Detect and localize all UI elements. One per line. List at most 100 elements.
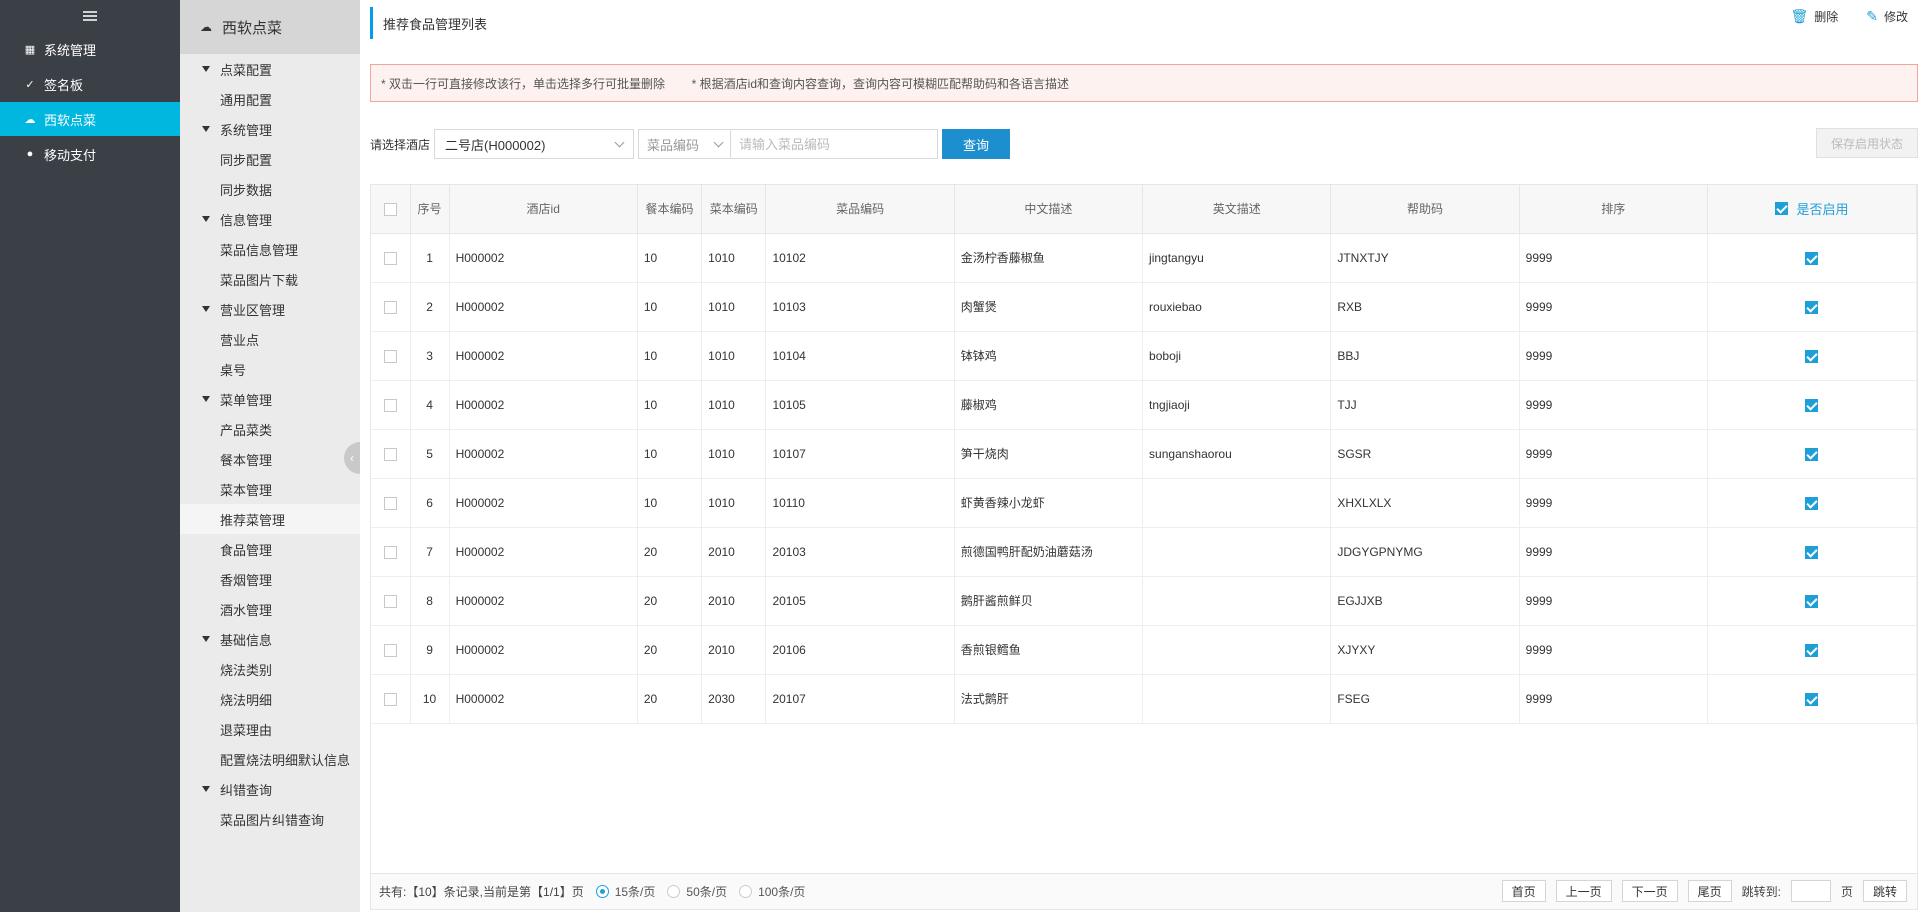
prev-page-button[interactable]: 上一页 [1555, 880, 1612, 902]
row-checkbox[interactable] [383, 349, 397, 363]
row-select-cell[interactable] [371, 674, 411, 724]
nav-item-signature[interactable]: ✓ 签名板 [0, 67, 180, 101]
row-select-cell[interactable] [371, 478, 411, 528]
enable-all-checkbox[interactable] [1775, 202, 1789, 216]
subnav-item[interactable]: 菜本管理 [180, 474, 360, 504]
enabled-checkbox[interactable] [1805, 300, 1819, 314]
enabled-checkbox[interactable] [1805, 545, 1819, 559]
table-row[interactable]: 5 H000002 10 1010 10107 笋干烧肉 sunganshaorou SGSR… [371, 429, 1918, 479]
cell-enabled[interactable] [1707, 576, 1918, 626]
next-page-button[interactable]: 下一页 [1621, 880, 1678, 902]
enabled-checkbox[interactable] [1805, 643, 1819, 657]
subnav-item[interactable]: 退菜理由 [180, 714, 360, 744]
first-page-button[interactable]: 首页 [1501, 880, 1546, 902]
subnav-group[interactable]: 菜单管理 [180, 384, 360, 414]
jump-button[interactable]: 跳转 [1862, 880, 1907, 902]
table-row[interactable]: 10 H000002 20 2030 20107 法式鹅肝 FSEG 9999 [371, 674, 1918, 724]
nav-item-ordering[interactable]: ☁ 西软点菜 [0, 102, 180, 136]
enabled-checkbox[interactable] [1805, 251, 1819, 265]
row-checkbox[interactable] [383, 643, 397, 657]
row-select-cell[interactable] [371, 429, 411, 479]
cell-enabled[interactable] [1707, 380, 1918, 430]
edit-button[interactable]: ✎ 修改 [1866, 8, 1908, 25]
row-select-cell[interactable] [371, 380, 411, 430]
subnav-group[interactable]: 点菜配置 [180, 54, 360, 84]
field-select[interactable]: 菜品编码 [638, 129, 731, 159]
menu-toggle-button[interactable] [0, 0, 180, 32]
save-enable-status-button[interactable]: 保存启用状态 [1816, 128, 1918, 158]
row-checkbox[interactable] [383, 447, 397, 461]
table-row[interactable]: 2 H000002 10 1010 10103 肉蟹煲 rouxiebao RXB 9999 [371, 282, 1918, 332]
dish-code-input[interactable] [730, 129, 939, 159]
subnav-group[interactable]: 信息管理 [180, 204, 360, 234]
enabled-checkbox[interactable] [1805, 692, 1819, 706]
cell-enabled[interactable] [1707, 429, 1918, 479]
subnav-item[interactable]: 产品菜类 [180, 414, 360, 444]
subnav-group[interactable]: 营业区管理 [180, 294, 360, 324]
row-checkbox[interactable] [383, 545, 397, 559]
row-select-cell[interactable] [371, 625, 411, 675]
table-row[interactable]: 1 H000002 10 1010 10102 金汤柠香藤椒鱼 jingtangyu JTNX… [371, 233, 1918, 283]
subnav-item[interactable]: 菜品图片下载 [180, 264, 360, 294]
subnav-item[interactable]: 烧法类别 [180, 654, 360, 684]
subnav-item[interactable]: 菜品信息管理 [180, 234, 360, 264]
subnav-item[interactable]: 食品管理 [180, 534, 360, 564]
enabled-checkbox[interactable] [1805, 398, 1819, 412]
table-row[interactable]: 7 H000002 20 2010 20103 煎德国鸭肝配奶油蘑菇汤 JDGYGPNYMG… [371, 527, 1918, 577]
row-checkbox[interactable] [383, 251, 397, 265]
subnav-item[interactable]: 配置烧法明细默认信息 [180, 744, 360, 774]
hotel-select[interactable]: 二号店(H000002) [434, 129, 635, 159]
subnav-item[interactable]: 推荐菜管理 [180, 504, 360, 534]
select-all-cell[interactable] [371, 185, 411, 234]
last-page-button[interactable]: 尾页 [1687, 880, 1732, 902]
table-row[interactable]: 8 H000002 20 2010 20105 鹅肝酱煎鲜贝 EGJJXB 9999 [371, 576, 1918, 626]
subnav-group[interactable]: 基础信息 [180, 624, 360, 654]
row-select-cell[interactable] [371, 576, 411, 626]
cell-enabled[interactable] [1707, 331, 1918, 381]
subnav-item[interactable]: 同步数据 [180, 174, 360, 204]
subnav-group[interactable]: 纠错查询 [180, 774, 360, 804]
table-row[interactable]: 3 H000002 10 1010 10104 钵钵鸡 boboji BBJ 9999 [371, 331, 1918, 381]
jump-page-input[interactable] [1790, 880, 1831, 902]
delete-button[interactable]: 🗑 删除 [1790, 8, 1838, 25]
subnav-item[interactable]: 香烟管理 [180, 564, 360, 594]
subnav-item[interactable]: 通用配置 [180, 84, 360, 114]
nav-item-mobile-pay[interactable]: ● 移动支付 [0, 137, 180, 171]
page-size-50[interactable]: 50条/页 [667, 883, 727, 900]
row-checkbox[interactable] [383, 594, 397, 608]
nav-item-system[interactable]: ▦ 系统管理 [0, 32, 180, 66]
cell-enabled[interactable] [1707, 478, 1918, 528]
cell-enabled[interactable] [1707, 282, 1918, 332]
page-size-100[interactable]: 100条/页 [739, 883, 805, 900]
enabled-checkbox[interactable] [1805, 594, 1819, 608]
subnav-item[interactable]: 同步配置 [180, 144, 360, 174]
subnav-item[interactable]: 桌号 [180, 354, 360, 384]
row-select-cell[interactable] [371, 331, 411, 381]
row-checkbox[interactable] [383, 496, 397, 510]
row-checkbox[interactable] [383, 398, 397, 412]
enabled-checkbox[interactable] [1805, 496, 1819, 510]
cell-enabled[interactable] [1707, 674, 1918, 724]
page-size-15[interactable]: 15条/页 [595, 883, 655, 900]
enabled-checkbox[interactable] [1805, 447, 1819, 461]
subnav-item[interactable]: 酒水管理 [180, 594, 360, 624]
row-select-cell[interactable] [371, 233, 411, 283]
table-row[interactable]: 4 H000002 10 1010 10105 藤椒鸡 tngjiaoji TJJ 9999 [371, 380, 1918, 430]
col-header-enabled[interactable]: 是否启用 [1707, 185, 1918, 234]
table-row[interactable]: 6 H000002 10 1010 10110 虾黄香辣小龙虾 XHXLXLX 9999 [371, 478, 1918, 528]
subnav-item[interactable]: 餐本管理 [180, 444, 360, 474]
cell-enabled[interactable] [1707, 233, 1918, 283]
subnav-item[interactable]: 营业点 [180, 324, 360, 354]
row-checkbox[interactable] [383, 692, 397, 706]
row-checkbox[interactable] [383, 300, 397, 314]
select-all-checkbox[interactable] [383, 202, 397, 216]
row-select-cell[interactable] [371, 282, 411, 332]
subnav-item[interactable]: 菜品图片纠错查询 [180, 804, 360, 834]
enabled-checkbox[interactable] [1805, 349, 1819, 363]
subnav-item[interactable]: 烧法明细 [180, 684, 360, 714]
row-select-cell[interactable] [371, 527, 411, 577]
table-row[interactable]: 9 H000002 20 2010 20106 香煎银鳕鱼 XJYXY 9999 [371, 625, 1918, 675]
subnav-group[interactable]: 系统管理 [180, 114, 360, 144]
query-button[interactable]: 查询 [942, 129, 1011, 159]
cell-enabled[interactable] [1707, 625, 1918, 675]
